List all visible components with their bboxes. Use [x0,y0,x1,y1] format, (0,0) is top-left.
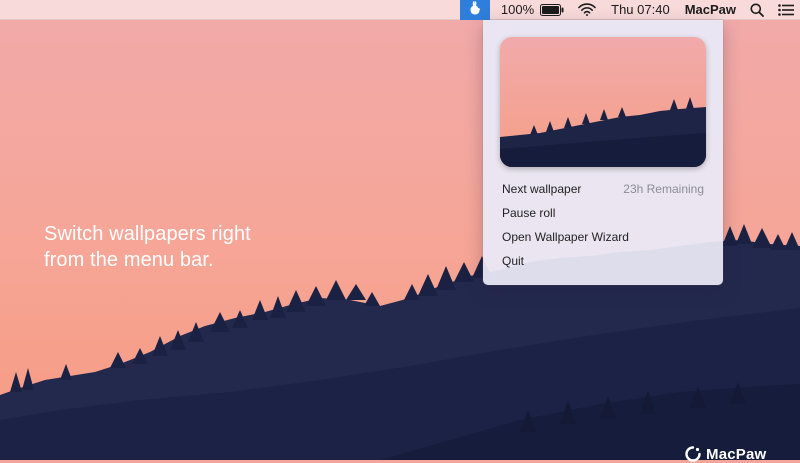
wallpaper-preview[interactable] [500,37,706,167]
app-menu-extra[interactable] [459,0,490,20]
battery-full-icon [540,3,564,16]
wallpaper-dropdown-menu: Next wallpaper 23h Remaining Pause roll … [483,20,723,285]
menu-item-next-wallpaper[interactable]: Next wallpaper 23h Remaining [483,177,723,201]
hero-caption: Switch wallpapers right from the menu ba… [44,221,344,273]
wifi-icon [578,3,596,16]
menu-item-label: Quit [502,254,525,268]
menu-item-label: Open Wallpaper Wizard [502,230,629,244]
menu-item-quit[interactable]: Quit [483,249,723,273]
menu-item-label: Next wallpaper [502,182,582,196]
user-name[interactable]: MacPaw [678,0,743,20]
hero-line-1: Switch wallpapers right [44,223,251,245]
hero-line-2: from the menu bar. [44,249,214,271]
menu-bar: 100% Thu 07:40 MacPaw [0,0,800,20]
spotlight-button[interactable] [743,0,771,20]
menu-item-pause-roll[interactable]: Pause roll [483,201,723,225]
wallpaper-preview-image [500,37,706,167]
search-icon [750,3,764,17]
battery-percent: 100% [500,2,535,17]
time-remaining: 23h Remaining [623,182,704,196]
rabbit-icon [467,0,483,19]
clock[interactable]: Thu 07:40 [603,0,678,20]
battery-status[interactable]: 100% [494,0,571,20]
menu-item-label: Pause roll [502,206,556,220]
menu-item-open-wallpaper-wizard[interactable]: Open Wallpaper Wizard [483,225,723,249]
list-icon [778,3,794,16]
notification-center-button[interactable] [771,0,800,20]
wifi-status[interactable] [571,0,603,20]
